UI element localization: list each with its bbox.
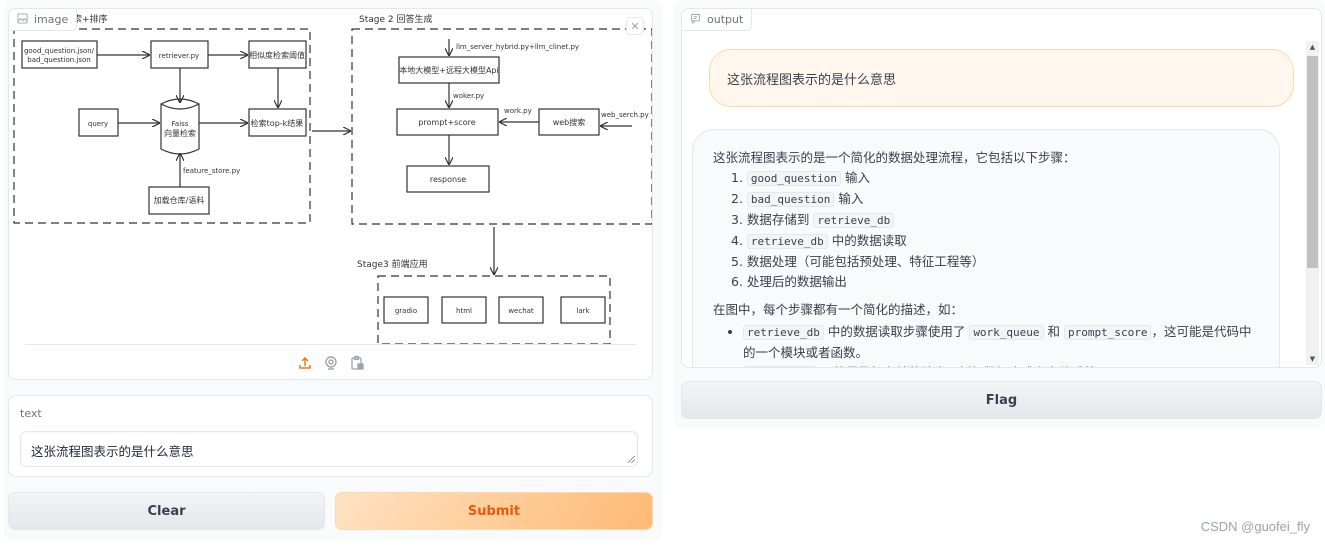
steps-list: good_question 输入 bad_question 输入 数据存储到 r… <box>713 168 1259 292</box>
output-label-tab: output <box>682 9 753 31</box>
step-item: 数据存储到 retrieve_db <box>731 210 1259 231</box>
inline-code: retrieve_db <box>746 234 828 249</box>
flowchart-image: good_question.json/ bad_question.json re… <box>13 13 652 345</box>
watermark: CSDN @guofei_fly <box>1200 519 1310 534</box>
inline-code: work_queue <box>969 325 1044 340</box>
node-gradio: gradio <box>395 307 417 315</box>
output-chatbot-block: output 这张流程图表示的是什么意思 这张流程图表示的是一个简化的数据处理流… <box>681 8 1322 368</box>
chat-scrollbar[interactable]: ▲ ▼ <box>1306 41 1319 365</box>
chat-icon <box>690 13 701 27</box>
resize-handle[interactable] <box>628 456 635 463</box>
edge-worker: woker.py <box>453 92 484 100</box>
detail-text: 和 <box>1043 324 1064 339</box>
bot-intro: 这张流程图表示的是一个简化的数据处理流程，它包括以下步骤： <box>713 150 1076 165</box>
stage1-title: 索+排序 <box>73 13 108 25</box>
scrollbar-thumb[interactable] <box>1307 56 1318 268</box>
image-icon <box>17 12 28 27</box>
node-question-json-2: bad_question.json <box>27 56 90 64</box>
image-label: image <box>34 13 69 26</box>
scroll-up-arrow-icon[interactable]: ▲ <box>1306 41 1319 53</box>
node-query: query <box>88 120 108 128</box>
chat-scroll-area[interactable]: 这张流程图表示的是什么意思 这张流程图表示的是一个简化的数据处理流程，它包括以下… <box>682 31 1305 367</box>
stage2-title: Stage 2 回答生成 <box>359 13 432 25</box>
bot-para2: 在图中，每个步骤都有一个简化的描述，如： <box>713 302 964 317</box>
step-text: 数据存储到 <box>746 212 814 227</box>
inline-code: data_store <box>743 366 818 367</box>
output-label: output <box>707 13 744 26</box>
step-text: 数据处理（可能包括预处理、特征工程等） <box>746 254 985 269</box>
step-text: 输入 <box>834 191 864 206</box>
step-item: good_question 输入 <box>731 168 1259 189</box>
inline-code: retrieve_db <box>743 325 824 340</box>
node-load-corpus: 加载仓库/语料 <box>154 195 205 205</box>
image-label-tab: image <box>9 9 78 31</box>
node-web-search: web搜索 <box>553 117 586 127</box>
text-input[interactable]: 这张流程图表示的是什么意思 <box>20 431 638 467</box>
upload-icon[interactable] <box>297 355 313 371</box>
node-question-json: good_question.json/ <box>24 47 95 55</box>
detail-item: retrieve_db 中的数据读取步骤使用了 work_queue 和 pro… <box>743 322 1259 363</box>
edge-web-serch: web_serch.py <box>601 111 649 119</box>
step-item: 数据处理（可能包括预处理、特征工程等） <box>731 252 1259 272</box>
text-label: text <box>20 407 42 420</box>
detail-item: data_store 可能是数据存储的地方，例如数据库或者文件系统。 <box>743 363 1259 367</box>
scroll-down-arrow-icon[interactable]: ▼ <box>1306 353 1319 365</box>
inline-code: retrieve_db <box>813 213 895 228</box>
node-prompt-score: prompt+score <box>418 118 475 127</box>
edge-feature-store: feature_store.py <box>183 167 240 175</box>
step-item: bad_question 输入 <box>731 189 1259 210</box>
edge-work: work.py <box>504 107 532 115</box>
detail-text: 可能是数据存储的地方，例如数据库或者文件系统。 <box>817 365 1109 367</box>
image-input-block: image ✕ good_question.json/ bad_question… <box>8 8 653 380</box>
detail-text: 中的数据读取步骤使用了 <box>823 324 970 339</box>
node-topk: 检索top-k结果 <box>251 118 304 128</box>
inline-code: bad_question <box>746 192 835 207</box>
step-text: 输入 <box>841 170 870 185</box>
node-response: response <box>430 175 466 184</box>
step-text: 处理后的数据输出 <box>746 274 847 289</box>
flag-button[interactable]: Flag <box>681 381 1322 419</box>
inline-code: prompt_score <box>1064 325 1152 340</box>
stage3-title: Stage3 前端应用 <box>357 258 428 270</box>
clear-button[interactable]: Clear <box>8 492 325 530</box>
node-faiss: Faiss <box>172 120 189 128</box>
bot-message: 这张流程图表示的是一个简化的数据处理流程，它包括以下步骤： good_quest… <box>692 129 1280 367</box>
clear-image-button[interactable]: ✕ <box>626 17 644 35</box>
step-text: 中的数据读取 <box>827 233 907 248</box>
step-item: 处理后的数据输出 <box>731 272 1259 292</box>
webcam-icon[interactable] <box>323 355 339 371</box>
image-source-toolbar <box>25 344 636 379</box>
node-llm: 本地大模型+远程大模型Api <box>399 65 498 75</box>
node-similarity: 相似度检索阈值 <box>249 50 305 60</box>
clipboard-image-icon[interactable] <box>349 355 365 371</box>
node-faiss-label: 向量检索 <box>164 128 196 138</box>
close-icon: ✕ <box>630 19 640 33</box>
edge-llm-server: llm_server_hybrid.py+llm_clinet.py <box>456 43 579 51</box>
node-retriever: retriever.py <box>159 52 199 60</box>
user-message: 这张流程图表示的是什么意思 <box>709 49 1294 107</box>
submit-button[interactable]: Submit <box>335 492 653 530</box>
inline-code: good_question <box>746 171 841 186</box>
text-input-block: text 这张流程图表示的是什么意思 <box>8 395 653 477</box>
node-wechat: wechat <box>508 307 534 315</box>
node-lark: lark <box>576 307 590 315</box>
step-item: retrieve_db 中的数据读取 <box>731 231 1259 252</box>
details-list: retrieve_db 中的数据读取步骤使用了 work_queue 和 pro… <box>713 322 1259 367</box>
node-html: html <box>456 307 472 315</box>
